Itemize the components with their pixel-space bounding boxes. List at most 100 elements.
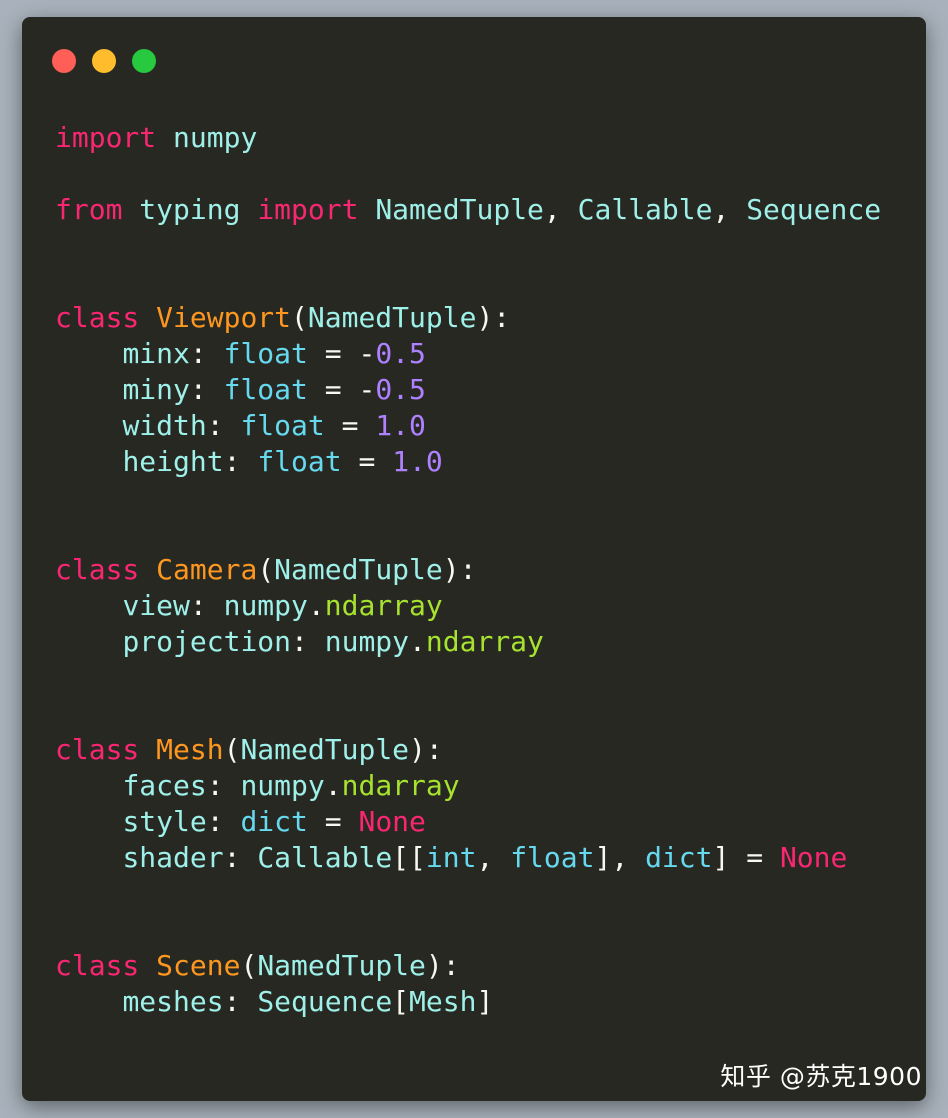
code-token: minx: [122, 337, 190, 370]
code-token: NamedTuple: [274, 553, 443, 586]
code-line: faces: numpy.ndarray: [55, 768, 881, 804]
code-token: class: [55, 301, 140, 334]
code-token: NamedTuple: [240, 733, 410, 766]
code-token: .: [409, 625, 426, 658]
code-token: 0.5: [375, 337, 426, 370]
code-token: (: [257, 553, 275, 586]
code-token: width: [122, 409, 207, 442]
code-token: 1.0: [392, 445, 443, 478]
code-token: ndarray: [324, 589, 443, 622]
code-token: :: [206, 805, 241, 838]
watermark: 知乎 @苏克1900: [720, 1062, 922, 1091]
code-token: numpy: [223, 589, 308, 622]
code-token: Camera: [156, 553, 258, 586]
code-token: Mesh: [409, 985, 477, 1018]
code-token: projection: [122, 625, 292, 658]
code-token: =: [307, 805, 359, 838]
code-token: ):: [409, 733, 443, 766]
code-token: dict: [240, 805, 308, 838]
code-line: class Scene(NamedTuple):: [55, 948, 881, 984]
code-line: height: float = 1.0: [55, 444, 881, 480]
code-token: (: [291, 301, 308, 334]
code-token: import: [257, 193, 359, 226]
code-token: height: [122, 445, 224, 478]
code-token: ):: [476, 301, 511, 334]
code-line: projection: numpy.ndarray: [55, 624, 881, 660]
code-token: = -: [307, 337, 376, 370]
code-token: :: [189, 589, 224, 622]
code-token: view: [122, 589, 190, 622]
code-token: [: [392, 985, 410, 1018]
code-token: [[: [392, 841, 426, 874]
code-token: :: [223, 841, 258, 874]
code-token: float: [223, 373, 308, 406]
code-token: :: [206, 769, 241, 802]
code-line: class Mesh(NamedTuple):: [55, 732, 881, 768]
code-token: ):: [425, 949, 460, 982]
code-token: miny: [122, 373, 190, 406]
code-token: import: [55, 121, 157, 154]
close-dot-icon[interactable]: [52, 49, 76, 73]
code-token: ],: [594, 841, 646, 874]
code-token: ,: [543, 193, 578, 226]
code-token: None: [358, 805, 426, 838]
code-token: from: [55, 193, 123, 226]
code-token: ndarray: [425, 625, 544, 658]
code-line: class Viewport(NamedTuple):: [55, 300, 881, 336]
code-token: 1.0: [375, 409, 426, 442]
code-token: ]: [476, 985, 494, 1018]
code-token: class: [55, 949, 140, 982]
code-token: faces: [122, 769, 207, 802]
code-line: from typing import NamedTuple, Callable,…: [55, 192, 881, 228]
code-token: NamedTuple: [257, 949, 426, 982]
code-token: 0.5: [375, 373, 426, 406]
code-token: =: [341, 445, 393, 478]
code-token: Sequence: [257, 985, 393, 1018]
code-token: float: [510, 841, 595, 874]
maximize-dot-icon[interactable]: [132, 49, 156, 73]
code-token: class: [55, 553, 140, 586]
code-token: ,: [712, 193, 747, 226]
code-token: Viewport: [156, 301, 292, 334]
code-token: NamedTuple: [307, 301, 477, 334]
code-token: meshes: [122, 985, 224, 1018]
code-token: (: [240, 949, 258, 982]
code-token: :: [223, 445, 258, 478]
code-block: import numpy from typing import NamedTupl…: [55, 120, 881, 1020]
code-line: import numpy: [55, 120, 881, 156]
code-token: numpy: [173, 121, 258, 154]
code-token: style: [122, 805, 207, 838]
code-token: ndarray: [341, 769, 460, 802]
code-line: width: float = 1.0: [55, 408, 881, 444]
code-token: ):: [442, 553, 477, 586]
code-token: =: [324, 409, 376, 442]
code-token: None: [779, 841, 848, 874]
code-token: numpy: [240, 769, 325, 802]
code-token: Callable: [577, 193, 713, 226]
minimize-dot-icon[interactable]: [92, 49, 116, 73]
code-token: float: [223, 337, 308, 370]
code-line: view: numpy.ndarray: [55, 588, 881, 624]
code-token: Scene: [156, 949, 241, 982]
